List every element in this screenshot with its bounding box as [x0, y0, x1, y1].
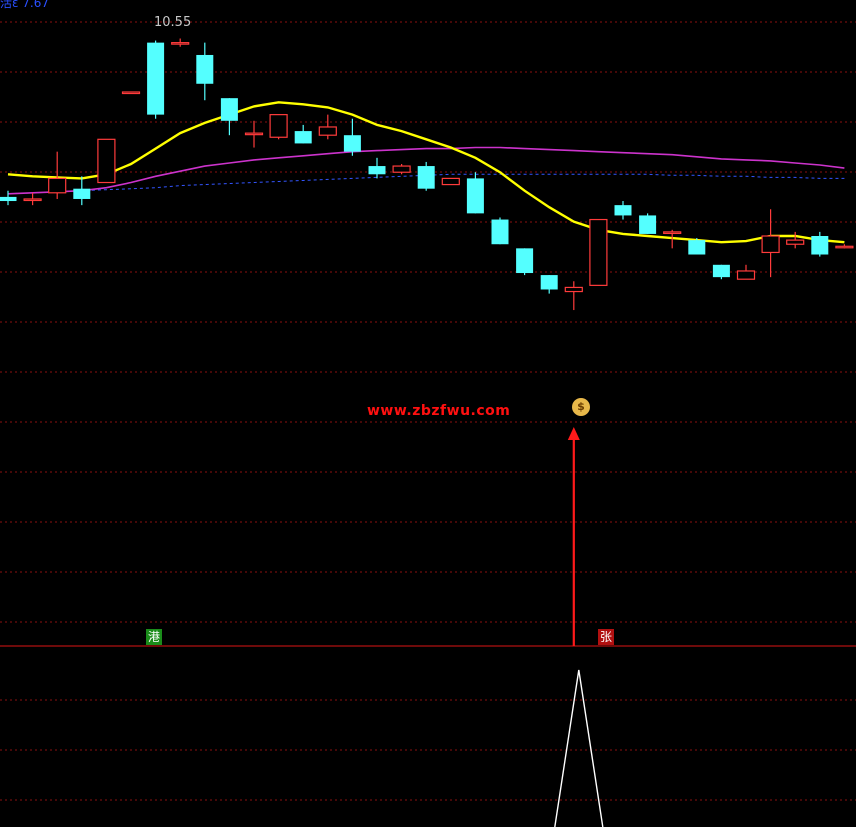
green-badge: 港 — [146, 629, 162, 645]
candle — [736, 264, 756, 280]
candle — [220, 98, 238, 136]
candle — [244, 120, 264, 148]
candle — [540, 275, 558, 294]
candle-body — [343, 135, 361, 152]
candle-body — [368, 166, 386, 175]
candle-body — [121, 91, 141, 95]
candle — [73, 176, 91, 206]
candle — [712, 264, 730, 280]
candle-body — [23, 198, 42, 202]
candle-body — [564, 286, 583, 293]
candle — [614, 201, 632, 220]
candle-body — [663, 231, 682, 234]
candle-body — [269, 114, 288, 138]
candle — [786, 231, 805, 249]
candle-body — [639, 215, 657, 234]
candle — [23, 192, 42, 206]
candle — [147, 40, 165, 119]
candle — [294, 124, 312, 144]
candle-body — [688, 240, 706, 255]
candle — [639, 213, 657, 234]
high-price-label: 10.55 — [154, 15, 192, 30]
candle-body — [244, 132, 264, 136]
candle-body — [294, 131, 312, 144]
candle-body — [147, 42, 165, 115]
candle-body — [491, 219, 509, 245]
candle — [441, 177, 460, 186]
candle-body — [835, 245, 854, 249]
candle-body — [73, 188, 91, 199]
candle — [811, 231, 829, 257]
candle-body — [441, 177, 460, 186]
candle-body — [97, 138, 116, 184]
candle-body — [48, 177, 67, 194]
candle — [171, 38, 190, 47]
candle — [97, 138, 116, 184]
candle — [688, 238, 706, 255]
candle — [392, 164, 411, 175]
signal-spike — [554, 669, 604, 827]
candle-body — [712, 264, 730, 278]
signal-arrow-head — [567, 427, 580, 440]
candle-body — [392, 165, 411, 173]
candle — [589, 218, 608, 286]
candle-body — [589, 218, 608, 286]
candle-body — [761, 235, 780, 254]
candle-body — [540, 275, 558, 290]
candle — [196, 42, 214, 101]
candle-body — [220, 98, 238, 121]
candle-body — [318, 126, 337, 136]
candle — [48, 151, 67, 199]
candle — [835, 244, 854, 249]
candle-body — [736, 270, 756, 280]
red-badge: 张 — [598, 629, 614, 645]
candle — [491, 217, 509, 245]
candle-body — [786, 239, 805, 245]
candle — [343, 118, 361, 156]
candle-body — [0, 196, 17, 202]
indicator-label: 活ε 7.67 — [0, 0, 50, 10]
candle — [466, 172, 484, 214]
candle-body — [196, 54, 214, 84]
money-bag-icon: $ — [572, 398, 590, 416]
candle — [318, 114, 337, 140]
candle — [761, 209, 780, 278]
candle-body — [417, 166, 435, 189]
candle-body — [516, 248, 534, 274]
candle — [417, 161, 435, 191]
candle — [269, 114, 288, 140]
candle-body — [466, 178, 484, 214]
candles — [0, 38, 854, 311]
candle — [516, 248, 534, 276]
candle-body — [171, 42, 190, 45]
candle — [121, 91, 141, 95]
signal-markers — [554, 427, 604, 827]
candle — [368, 157, 386, 179]
candle-body — [811, 236, 829, 255]
watermark-text: www.zbzfwu.com — [367, 403, 511, 419]
candle — [564, 281, 583, 311]
candle-body — [614, 205, 632, 216]
